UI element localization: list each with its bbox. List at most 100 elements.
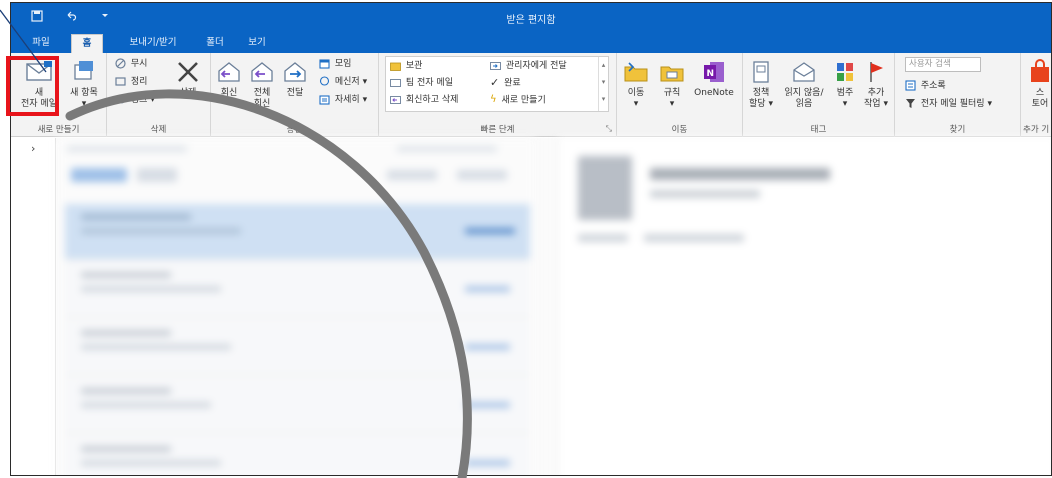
tab-file[interactable]: 파일 — [23, 34, 59, 53]
ribbon: 새 전자 메일 새 항목 ▾ 새로 만들기 무시 정리 정크 ▾ 삭제 삭제 회… — [11, 53, 1051, 137]
blurred-mail-area — [57, 138, 1051, 475]
move-button[interactable]: 이동 ▾ — [619, 59, 653, 110]
quick-step-create-new[interactable]: ϟ 새로 만들기 — [490, 93, 546, 107]
main-content: › — [11, 138, 1051, 475]
group-move: 이동 ▾ 규칙 ▾ N OneNote 이동 — [617, 53, 743, 137]
dropdown-arrow-icon: ▾ — [362, 95, 368, 105]
list-header-blur — [397, 146, 497, 152]
svg-text:N: N — [707, 69, 715, 79]
group-label-addins: 추가 기 — [1023, 125, 1050, 135]
address-book-button[interactable]: 주소록 — [905, 79, 946, 93]
dropdown-arrow-icon: ▾ — [883, 99, 888, 109]
list-item[interactable] — [65, 320, 530, 376]
filter-email-button[interactable]: 전자 메일 필터링 ▾ — [905, 97, 992, 111]
follow-up-button[interactable]: 추가 작업 ▾ — [861, 59, 891, 110]
checkmark-icon: ✓ — [490, 76, 500, 89]
quick-step-to-manager[interactable]: 관리자에게 전달 — [490, 59, 567, 73]
ignore-button[interactable]: 무시 — [115, 57, 147, 71]
reply-all-button[interactable]: 전체 회신 — [245, 59, 279, 110]
list-item[interactable] — [65, 204, 530, 260]
junk-button[interactable]: 정크 ▾ — [115, 93, 155, 107]
delete-button[interactable]: 삭제 — [171, 59, 205, 99]
forward-icon — [284, 62, 306, 82]
cleanup-button[interactable]: 정리 — [115, 75, 147, 89]
category-grid-icon — [837, 63, 853, 81]
forward-button[interactable]: 전달 — [279, 59, 311, 99]
group-delete: 무시 정리 정크 ▾ 삭제 삭제 — [107, 53, 211, 137]
dropdown-arrow-icon: ▾ — [362, 77, 368, 87]
tab-view[interactable]: 보기 — [239, 34, 275, 53]
tab-home[interactable]: 홈 — [71, 34, 103, 53]
ribbon-tabs: 파일 홈 보내기/받기 폴더 보기 — [11, 31, 1051, 53]
search-people-input[interactable]: 사용자 검색 — [905, 57, 981, 72]
list-item[interactable] — [65, 378, 530, 434]
address-book-icon — [905, 80, 916, 91]
archive-icon — [390, 62, 401, 71]
new-items-button[interactable]: 새 항목 ▾ — [65, 59, 103, 110]
meeting-icon — [319, 59, 330, 69]
meeting-button[interactable]: 모임 — [319, 57, 351, 71]
subject-blur — [650, 190, 760, 198]
filter-unread-blur — [137, 168, 177, 182]
flag-icon — [870, 62, 883, 82]
onenote-button[interactable]: N OneNote — [691, 59, 737, 99]
ignore-icon — [115, 58, 126, 69]
group-label-quick-steps: 빠른 단계 — [480, 125, 515, 135]
sender-blur — [650, 168, 830, 180]
cleanup-icon — [115, 77, 126, 86]
move-folder-icon — [624, 62, 648, 82]
tab-send-receive[interactable]: 보내기/받기 — [115, 34, 191, 53]
reply-delete-icon — [390, 95, 401, 104]
avatar — [578, 156, 632, 220]
reading-pane — [557, 138, 1051, 475]
more-icon — [319, 95, 330, 105]
list-item[interactable] — [65, 436, 530, 475]
message-list — [57, 138, 535, 475]
reply-icon — [218, 62, 240, 82]
dialog-launcher-icon[interactable]: ⤡ — [606, 124, 612, 134]
store-button[interactable]: 스 토어 — [1025, 59, 1051, 110]
expand-folder-pane-chevron-icon[interactable]: › — [31, 142, 35, 155]
junk-icon — [116, 95, 125, 104]
assign-policy-button[interactable]: 정책 할당 ▾ — [745, 59, 777, 110]
quick-step-team-email[interactable]: 팀 전자 메일 — [390, 76, 453, 90]
reply-button[interactable]: 회신 — [213, 59, 245, 99]
more-respond-button[interactable]: 자세히 ▾ — [319, 93, 367, 107]
onenote-icon: N — [704, 62, 724, 82]
quick-step-archive[interactable]: 보관 — [390, 59, 422, 73]
unread-read-button[interactable]: 읽지 않음/ 읽음 — [779, 59, 829, 110]
quick-steps-gallery: 보관 팀 전자 메일 회신하고 삭제 관리자에게 전달 ✓ 완료 ϟ 새로 만들… — [385, 56, 609, 112]
meta-blur — [578, 234, 628, 242]
list-item[interactable] — [65, 262, 530, 318]
categorize-button[interactable]: 범주 ▾ — [831, 59, 859, 110]
dropdown-arrow-icon: ▾ — [633, 99, 639, 109]
meta-blur — [644, 234, 744, 242]
sort-blur — [387, 170, 437, 180]
rules-icon — [660, 66, 684, 82]
filter-all-blur — [71, 168, 127, 182]
window-title: 받은 편지함 — [506, 15, 556, 26]
dropdown-arrow-icon: ▾ — [987, 99, 992, 109]
tab-folder[interactable]: 폴더 — [197, 34, 233, 53]
dropdown-arrow-icon: ▾ — [81, 99, 87, 109]
im-button[interactable]: 메신저 ▾ — [319, 75, 367, 89]
rules-button[interactable]: 규칙 ▾ — [655, 59, 689, 110]
filter-funnel-icon — [906, 99, 915, 108]
reply-all-icon — [251, 62, 273, 82]
dropdown-arrow-icon: ▾ — [150, 95, 155, 105]
dropdown-arrow-icon: ▾ — [768, 99, 773, 109]
new-items-icon — [74, 61, 93, 80]
group-label-delete: 삭제 — [150, 125, 167, 135]
delete-x-icon — [178, 62, 198, 82]
team-email-icon — [390, 78, 401, 87]
group-label-tags: 태그 — [810, 125, 827, 135]
new-email-highlight-box — [6, 56, 59, 116]
gallery-scroll[interactable]: ▴ ▾ ▾ — [598, 57, 608, 111]
store-icon — [1031, 59, 1049, 82]
dropdown-arrow-icon: ▾ — [669, 99, 675, 109]
quick-step-done[interactable]: ✓ 완료 — [490, 76, 521, 90]
group-respond: 회신 전체 회신 전달 모임 메신저 ▾ 자세히 ▾ 응답 — [211, 53, 379, 137]
outlook-window: 받은 편지함 파일 홈 보내기/받기 폴더 보기 새 전자 메일 새 항목 ▾ … — [10, 2, 1052, 476]
quick-step-reply-delete[interactable]: 회신하고 삭제 — [390, 93, 458, 107]
messenger-icon — [319, 76, 330, 86]
